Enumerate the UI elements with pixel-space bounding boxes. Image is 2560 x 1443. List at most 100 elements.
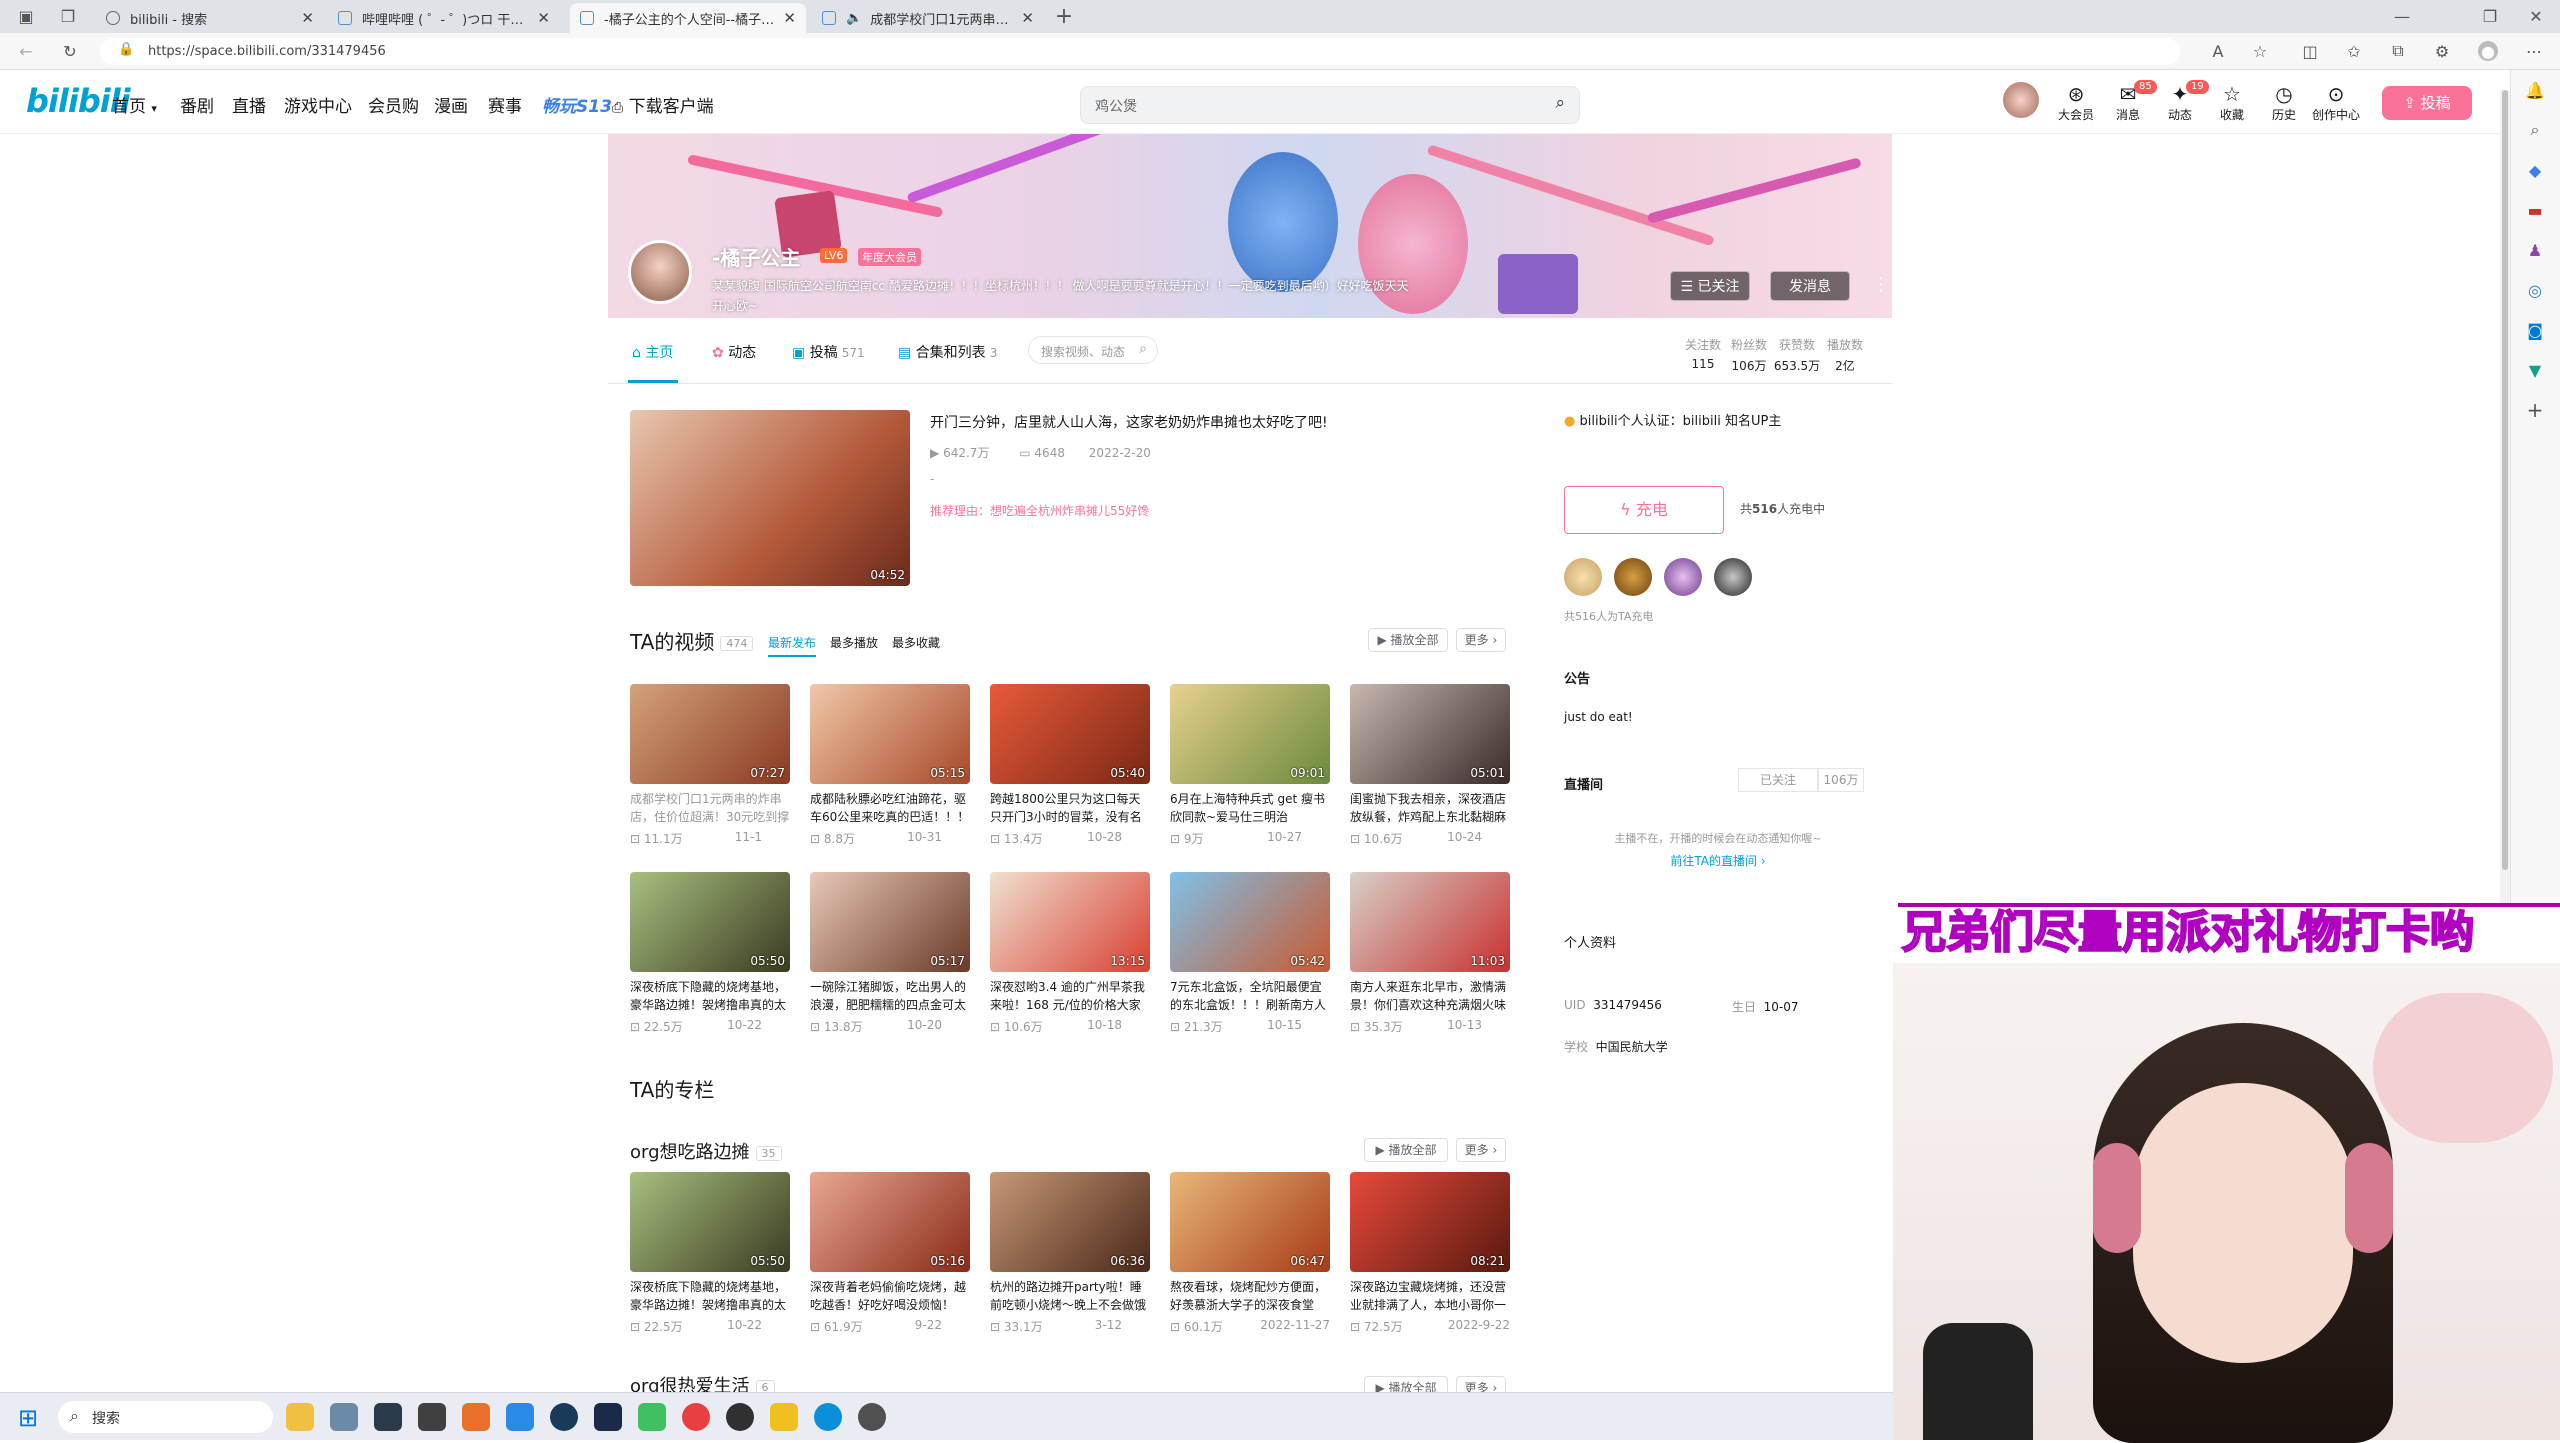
search-icon[interactable]: ⌕ bbox=[2525, 120, 2545, 140]
video-title-5[interactable]: 闺蜜抛下我去相亲，深夜酒店放纵餐，炸鸡配上东北黏糊麻 bbox=[1350, 790, 1510, 826]
favorite-icon[interactable]: ☆ bbox=[2250, 41, 2270, 61]
close-window-icon[interactable]: ✕ bbox=[2526, 6, 2546, 26]
video-thumb-8[interactable]: 13:15 bbox=[990, 872, 1150, 972]
maximize-icon[interactable]: ❐ bbox=[2480, 6, 2500, 26]
collection-thumb-4[interactable]: 06:47 bbox=[1170, 1172, 1330, 1272]
search-input[interactable]: 鸡公煲 ⌕ bbox=[1080, 86, 1580, 124]
video-thumb-10[interactable]: 11:03 bbox=[1350, 872, 1510, 972]
file-explorer-icon[interactable] bbox=[286, 1403, 314, 1431]
toolbox-icon[interactable]: ▬ bbox=[2525, 200, 2545, 220]
collection-more-button[interactable]: 更多 › bbox=[1456, 1138, 1506, 1162]
featured-video-title[interactable]: 开门三分钟，店里就人山人海，这家老奶奶炸串摊也太好吃了吧! bbox=[930, 412, 1328, 432]
vip-button[interactable]: ⊛ 大会员 bbox=[2046, 82, 2106, 123]
video-title-4[interactable]: 6月在上海特种兵式 get 瘦书欣同款~爱马仕三明治 bbox=[1170, 790, 1330, 826]
shopping-icon[interactable]: ▼ bbox=[2525, 360, 2545, 380]
app-icon[interactable] bbox=[418, 1403, 446, 1431]
creator-center-button[interactable]: ⊙ 创作中心 bbox=[2306, 82, 2366, 123]
close-icon[interactable]: ✕ bbox=[301, 9, 314, 27]
tag-icon[interactable]: ◆ bbox=[2525, 160, 2545, 180]
tab-actions-icon[interactable]: ❐ bbox=[58, 6, 78, 26]
dynamic-button[interactable]: ✦ 19 动态 bbox=[2150, 80, 2210, 123]
charger-avatar-2[interactable] bbox=[1614, 558, 1652, 596]
nav-game[interactable]: 游戏中心 bbox=[284, 92, 352, 117]
video-thumb-1[interactable]: 07:27 bbox=[630, 684, 790, 784]
collection-thumb-2[interactable]: 05:16 bbox=[810, 1172, 970, 1272]
video-thumb-3[interactable]: 05:40 bbox=[990, 684, 1150, 784]
close-icon[interactable]: ✕ bbox=[1021, 9, 1034, 27]
send-message-button[interactable]: 发消息 bbox=[1770, 271, 1850, 301]
nav-home[interactable]: 首页 ▾ bbox=[112, 92, 157, 117]
collection-play-all-button[interactable]: ▶ 播放全部 bbox=[1364, 1138, 1448, 1162]
browser-tab-2[interactable]: 哔哩哔哩 ( ゜- ゜)つロ 干杯~-bili ✕ bbox=[328, 3, 560, 33]
search-icon[interactable]: ⌕ bbox=[1555, 93, 1565, 113]
upload-button[interactable]: ⇪ 投稿 bbox=[2382, 86, 2472, 120]
more-videos-button[interactable]: 更多 › bbox=[1456, 628, 1506, 652]
live-room-link[interactable]: 前往TA的直播间 › bbox=[1544, 852, 1892, 869]
history-button[interactable]: ◷ 历史 bbox=[2254, 82, 2314, 123]
video-title-8[interactable]: 深夜怼哟3.4 逾的广州早茶我来啦！168 元/位的价格大家 bbox=[990, 978, 1150, 1014]
outlook-icon[interactable]: ◙ bbox=[2525, 320, 2545, 340]
refresh-icon[interactable]: ↻ bbox=[60, 41, 80, 61]
bell-icon[interactable]: 🔔 bbox=[2525, 80, 2545, 100]
sort-most-played[interactable]: 最多播放 bbox=[830, 634, 878, 651]
copilot-icon[interactable]: ◎ bbox=[2525, 280, 2545, 300]
workspaces-icon[interactable]: ▣ bbox=[16, 6, 36, 26]
favorites-button[interactable]: ☆ 收藏 bbox=[2202, 82, 2262, 123]
play-all-button[interactable]: ▶ 播放全部 bbox=[1368, 628, 1448, 652]
video-title-9[interactable]: 7元东北盒饭，全坑阳最便宜的东北盒饭！！！刷新南方人 bbox=[1170, 978, 1330, 1014]
add-icon[interactable]: + bbox=[2525, 398, 2545, 422]
app-icon[interactable] bbox=[726, 1403, 754, 1431]
charger-avatar-1[interactable] bbox=[1564, 558, 1602, 596]
back-icon[interactable]: ← bbox=[16, 41, 36, 61]
video-thumb-4[interactable]: 09:01 bbox=[1170, 684, 1330, 784]
more-icon[interactable]: ⋯ bbox=[2524, 41, 2544, 61]
profile-avatar[interactable] bbox=[628, 240, 692, 304]
collection-title[interactable]: org想吃路边摊 35 bbox=[630, 1138, 782, 1164]
games-icon[interactable]: ♟ bbox=[2525, 240, 2545, 260]
app-icon[interactable] bbox=[506, 1403, 534, 1431]
minimize-icon[interactable]: — bbox=[2392, 6, 2412, 26]
video-title-7[interactable]: 一碗除江猪脚饭，吃出男人的浪漫，肥肥糯糯的四点金可太香 bbox=[810, 978, 970, 1014]
featured-video-thumb[interactable]: 04:52 bbox=[630, 410, 910, 586]
scroll-thumb[interactable] bbox=[2502, 90, 2508, 870]
tab-home[interactable]: ⌂ 主页 bbox=[632, 342, 673, 362]
new-tab-icon[interactable]: + bbox=[1054, 4, 1074, 29]
browser-tab-3[interactable]: -橘子公主的个人空间--橘子公主 ✕ bbox=[570, 3, 806, 33]
nav-download[interactable]: ⎙ 下载客户端 bbox=[612, 92, 714, 117]
app-icon[interactable] bbox=[682, 1403, 710, 1431]
nav-manga[interactable]: 漫画 bbox=[434, 92, 468, 117]
nav-live[interactable]: 直播 bbox=[232, 92, 266, 117]
settings-icon[interactable] bbox=[330, 1403, 358, 1431]
charger-avatar-4[interactable] bbox=[1714, 558, 1752, 596]
close-icon[interactable]: ✕ bbox=[783, 9, 796, 27]
collection-video-title-3[interactable]: 杭州的路边摊开party啦！睡前吃顿小烧烤～晚上不会做饿梦 bbox=[990, 1278, 1150, 1314]
collection-video-title-5[interactable]: 深夜路边宝藏烧烤摊，还没营业就排满了人，本地小哥你一定 bbox=[1350, 1278, 1510, 1314]
profile-icon[interactable]: ● bbox=[2478, 41, 2498, 61]
url-field[interactable]: 🔒 https://space.bilibili.com/331479456 bbox=[100, 38, 2180, 65]
read-aloud-icon[interactable]: A bbox=[2208, 41, 2228, 61]
collection-video-title-2[interactable]: 深夜背着老妈偷偷吃烧烤，越吃越香！好吃好喝没烦恼！ bbox=[810, 1278, 970, 1314]
app-icon[interactable] bbox=[550, 1403, 578, 1431]
video-thumb-2[interactable]: 05:15 bbox=[810, 684, 970, 784]
video-title-3[interactable]: 跨越1800公里只为这口每天只开门3小时的冒菜，没有名字！ bbox=[990, 790, 1150, 826]
collection-video-title-1[interactable]: 深夜桥底下隐藏的烧烤基地，豪华路边摊！袈烤撸串真的太爽 bbox=[630, 1278, 790, 1314]
nav-anime[interactable]: 番剧 bbox=[180, 92, 214, 117]
wechat-icon[interactable] bbox=[638, 1403, 666, 1431]
video-thumb-7[interactable]: 05:17 bbox=[810, 872, 970, 972]
app-icon[interactable] bbox=[858, 1403, 886, 1431]
split-screen-icon[interactable]: ◫ bbox=[2300, 41, 2320, 61]
space-search-input[interactable]: 搜索视频、动态 ⌕ bbox=[1028, 336, 1158, 364]
app-icon[interactable] bbox=[770, 1403, 798, 1431]
steam-icon[interactable] bbox=[594, 1403, 622, 1431]
charger-avatar-3[interactable] bbox=[1664, 558, 1702, 596]
taskbar-search[interactable]: ⌕ 搜索 bbox=[58, 1401, 273, 1433]
charge-button[interactable]: ϟ 充电 bbox=[1564, 486, 1724, 534]
extension-icon[interactable]: ⚙ bbox=[2432, 41, 2452, 61]
live-follow-button[interactable]: 已关注 bbox=[1738, 768, 1818, 792]
tab-collections[interactable]: ▤ 合集和列表 3 bbox=[898, 342, 997, 362]
collection-video-title-4[interactable]: 熬夜看球，烧烤配炒方便面，好羡慕浙大学子的深夜食堂 bbox=[1170, 1278, 1330, 1314]
collections-icon[interactable]: ⧉ bbox=[2388, 41, 2408, 61]
video-thumb-9[interactable]: 05:42 bbox=[1170, 872, 1330, 972]
stat-fans[interactable]: 粉丝数 106万 bbox=[1724, 336, 1774, 374]
sort-latest[interactable]: 最新发布 bbox=[768, 634, 817, 657]
